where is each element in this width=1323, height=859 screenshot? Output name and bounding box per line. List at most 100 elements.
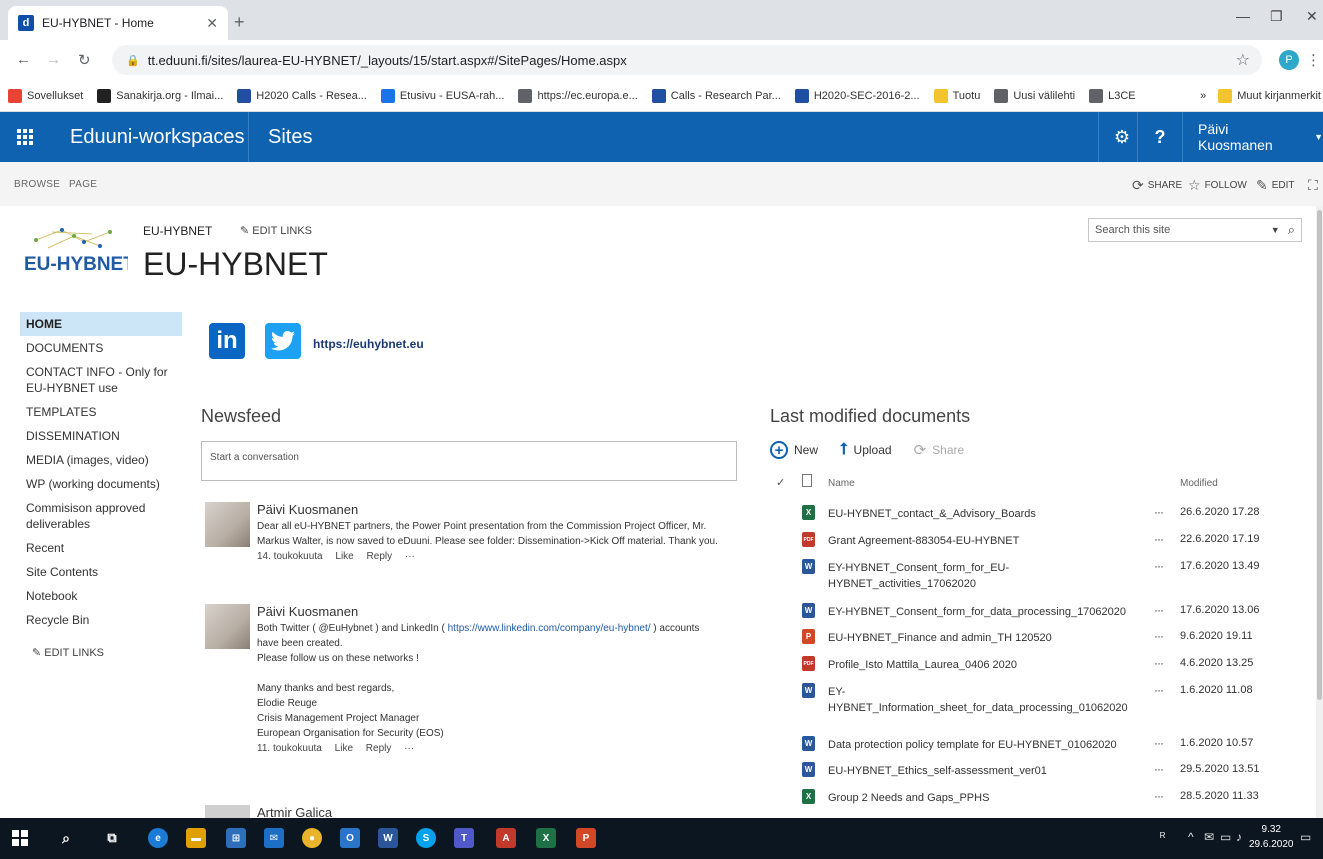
nav-item-recycle-bin[interactable]: Recycle Bin xyxy=(20,608,182,632)
bookmark-item[interactable]: Etusivu - EUSA-rah... xyxy=(380,88,504,103)
search-icon[interactable]: ⌕ xyxy=(56,828,76,848)
outlook-icon[interactable]: O xyxy=(340,828,360,848)
skype-icon[interactable]: S xyxy=(416,828,436,848)
settings-gear-icon[interactable]: ⚙ xyxy=(1107,112,1137,162)
bookmark-item[interactable]: Uusi välilehti xyxy=(994,88,1075,103)
document-name-link[interactable]: Profile_Isto Mattila_Laurea_0406 2020 xyxy=(828,657,1148,673)
close-tab-icon[interactable]: ✕ xyxy=(206,15,218,32)
nav-item-templates[interactable]: TEMPLATES xyxy=(20,400,182,424)
edge-browser-icon[interactable]: e xyxy=(148,828,168,848)
nav-item-dissemination[interactable]: DISSEMINATION xyxy=(20,424,182,448)
nav-item-wp-working-documents[interactable]: WP (working documents) xyxy=(20,472,182,496)
document-name-link[interactable]: EY- HYBNET_Information_sheet_for_data_pro… xyxy=(828,684,1148,716)
share-document-button[interactable]: ⟳ Share xyxy=(914,441,965,459)
bookmark-item[interactable]: https://ec.europa.e... xyxy=(518,88,638,103)
document-more-icon[interactable]: ··· xyxy=(1154,629,1164,643)
excel-icon[interactable]: X xyxy=(536,828,556,848)
notifications-icon[interactable]: ▭ xyxy=(1300,830,1311,844)
column-header-name[interactable]: Name xyxy=(828,478,855,489)
document-more-icon[interactable]: ··· xyxy=(1154,505,1164,519)
avatar[interactable] xyxy=(205,805,250,818)
site-breadcrumb-link[interactable]: EU-HYBNET xyxy=(143,224,212,238)
bookmark-item[interactable]: Sanakirja.org - Ilmai... xyxy=(97,88,223,103)
document-more-icon[interactable]: ··· xyxy=(1154,683,1164,697)
document-more-icon[interactable]: ··· xyxy=(1154,736,1164,750)
app-launcher-icon[interactable] xyxy=(0,112,50,162)
reload-icon[interactable]: ↻ xyxy=(78,51,91,69)
bookmark-item[interactable]: H2020-SEC-2016-2... xyxy=(794,88,920,103)
bookmark-item[interactable]: H2020 Calls - Resea... xyxy=(237,88,367,103)
mail-icon[interactable]: ✉ xyxy=(264,828,284,848)
people-icon[interactable]: ᴿ xyxy=(1160,830,1165,844)
document-more-icon[interactable]: ··· xyxy=(1154,789,1164,803)
document-more-icon[interactable]: ··· xyxy=(1154,559,1164,573)
document-name-link[interactable]: Data protection policy template for EU-H… xyxy=(828,737,1148,753)
focus-mode-icon[interactable]: ⛶ xyxy=(1308,177,1322,194)
site-logo[interactable]: EU-HYBNET xyxy=(22,222,135,284)
file-explorer-icon[interactable]: ▬ xyxy=(186,828,206,848)
like-link[interactable]: Like xyxy=(335,743,353,754)
powerpoint-icon[interactable]: P xyxy=(576,828,596,848)
document-name-link[interactable]: EU-HYBNET_contact_&_Advisory_Boards xyxy=(828,506,1148,522)
edit-button[interactable]: ✎ EDIT xyxy=(1256,177,1295,194)
battery-icon[interactable]: ▭ xyxy=(1220,830,1231,844)
document-name-link[interactable]: EY-HYBNET_Consent_form_for_data_processi… xyxy=(828,604,1148,620)
like-link[interactable]: Like xyxy=(335,551,353,562)
windows-start-icon[interactable] xyxy=(10,828,30,848)
start-conversation-input[interactable]: Start a conversation xyxy=(201,441,737,481)
forward-icon[interactable]: → xyxy=(46,51,61,68)
chevron-up-icon[interactable]: ^ xyxy=(1188,830,1194,844)
edit-links-top[interactable]: ✎ EDIT LINKS xyxy=(240,224,312,237)
bookmarks-overflow-icon[interactable]: » xyxy=(1200,90,1206,102)
nav-item-media-images-video[interactable]: MEDIA (images, video) xyxy=(20,448,182,472)
document-name-link[interactable]: EU-HYBNET_Ethics_self-assessment_ver01 xyxy=(828,763,1148,779)
new-document-button[interactable]: + New xyxy=(770,441,818,459)
scrollbar-thumb[interactable] xyxy=(1317,210,1322,700)
bookmark-item[interactable]: Tuotu xyxy=(933,88,980,103)
nav-item-documents[interactable]: DOCUMENTS xyxy=(20,336,182,360)
follow-button[interactable]: ☆ FOLLOW xyxy=(1188,177,1247,194)
bookmark-item[interactable]: L3CE xyxy=(1089,88,1136,103)
browser-menu-icon[interactable]: ⋮ xyxy=(1306,51,1321,69)
mail-tray-icon[interactable]: ✉ xyxy=(1204,830,1214,844)
site-search-input[interactable]: Search this site ▼ ⌕ xyxy=(1088,218,1302,242)
nav-item-notebook[interactable]: Notebook xyxy=(20,584,182,608)
back-icon[interactable]: ← xyxy=(16,51,31,68)
bookmark-item[interactable]: Sovellukset xyxy=(8,88,83,103)
address-bar[interactable]: 🔒 tt.eduuni.fi/sites/laurea-EU-HYBNET/_l… xyxy=(112,45,1262,75)
user-menu[interactable]: Päivi Kuosmanen ▼ xyxy=(1198,112,1323,162)
linkedin-company-link[interactable]: https://www.linkedin.com/company/eu-hybn… xyxy=(448,623,651,634)
bookmark-star-icon[interactable]: ☆ xyxy=(1236,50,1250,70)
system-clock[interactable]: 9.32 29.6.2020 xyxy=(1249,822,1294,852)
teams-icon[interactable]: T xyxy=(454,828,474,848)
document-more-icon[interactable]: ··· xyxy=(1154,762,1164,776)
browser-tab[interactable]: d EU-HYBNET - Home ✕ xyxy=(8,6,228,40)
new-tab-icon[interactable]: + xyxy=(234,12,245,33)
document-name-link[interactable]: Grant Agreement-883054-EU-HYBNET xyxy=(828,533,1148,549)
share-button[interactable]: ⟳ SHARE xyxy=(1132,177,1182,194)
document-more-icon[interactable]: ··· xyxy=(1154,603,1164,617)
tab-browse[interactable]: BROWSE xyxy=(14,179,60,190)
document-more-icon[interactable]: ··· xyxy=(1154,532,1164,546)
upload-button[interactable]: ⭡ Upload xyxy=(840,441,892,459)
page-scrollbar[interactable] xyxy=(1316,206,1323,818)
nav-item-site-contents[interactable]: Site Contents xyxy=(20,560,182,584)
restore-icon[interactable]: ❐ xyxy=(1270,8,1283,25)
bookmark-item[interactable]: Calls - Research Par... xyxy=(651,88,781,103)
nav-item-contact-info-only-for-eu-hybnet-use[interactable]: CONTACT INFO - Only for EU-HYBNET use xyxy=(20,360,182,400)
nav-item-home[interactable]: HOME xyxy=(20,312,182,336)
chevron-down-icon[interactable]: ▼ xyxy=(1271,225,1280,235)
more-options-icon[interactable]: ··· xyxy=(405,551,415,562)
task-view-icon[interactable]: ⧉ xyxy=(102,828,122,848)
document-name-link[interactable]: EU-HYBNET_Finance and admin_TH 120520 xyxy=(828,630,1148,646)
post-author[interactable]: Päivi Kuosmanen xyxy=(257,502,757,517)
post-author[interactable]: Päivi Kuosmanen xyxy=(257,604,757,619)
tab-page[interactable]: PAGE xyxy=(69,179,97,190)
other-bookmarks-folder[interactable]: Muut kirjanmerkit xyxy=(1218,89,1321,103)
document-name-link[interactable]: Group 2 Needs and Gaps_PPHS xyxy=(828,790,1148,806)
acrobat-icon[interactable]: A xyxy=(496,828,516,848)
twitter-icon[interactable] xyxy=(265,323,301,359)
document-name-link[interactable]: EY-HYBNET_Consent_form_for_EU- HYBNET_act… xyxy=(828,560,1148,592)
nav-item-commisison-approved-deliverables[interactable]: Commisison approved deliverables xyxy=(20,496,182,536)
reply-link[interactable]: Reply xyxy=(367,551,393,562)
